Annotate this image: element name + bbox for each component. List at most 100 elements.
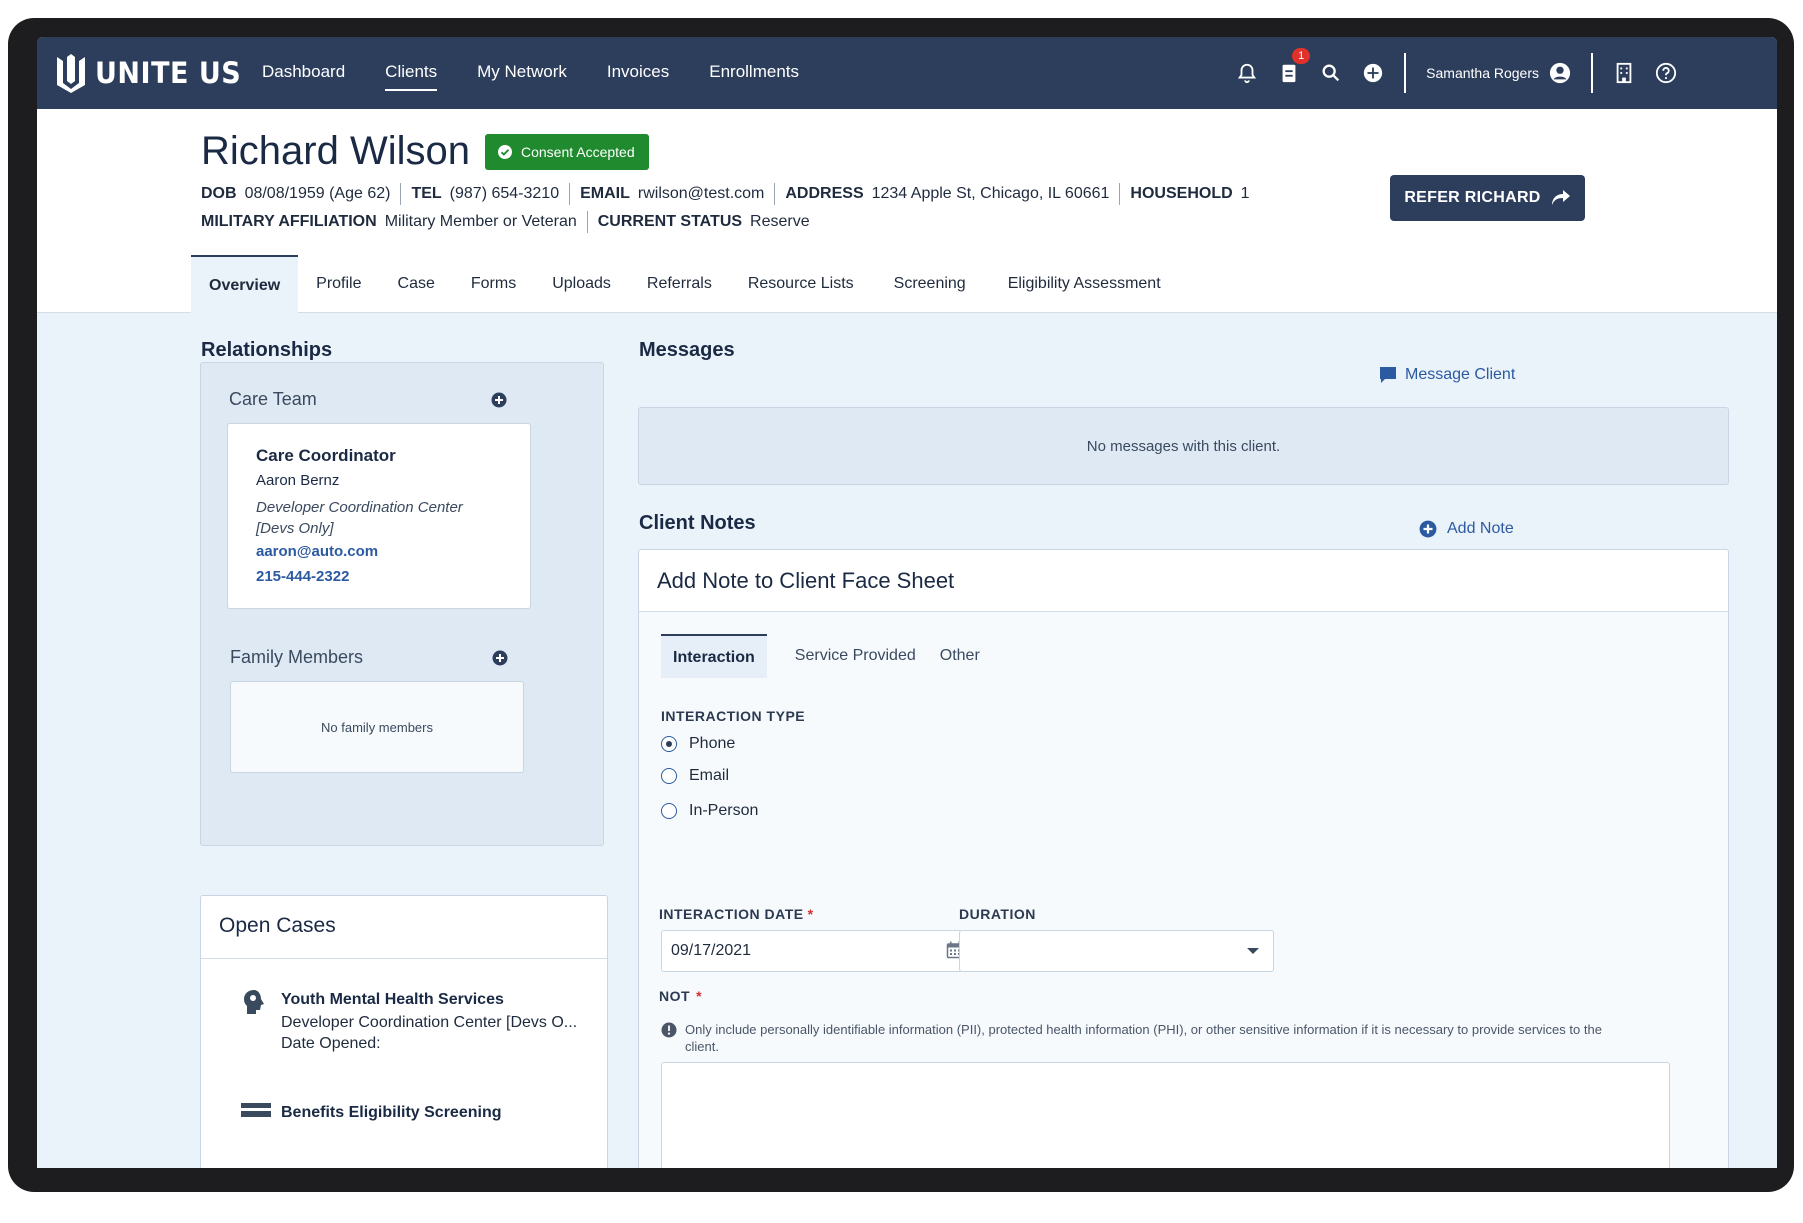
tab-forms[interactable]: Forms — [453, 255, 534, 313]
help-icon[interactable] — [1655, 62, 1677, 84]
client-notes-title: Client Notes — [639, 512, 756, 534]
top-navigation: UNITE US Dashboard Clients My Network In… — [37, 37, 1777, 109]
messages-title: Messages — [639, 339, 735, 361]
nav-enrollments[interactable]: Enrollments — [709, 37, 799, 109]
nav-my-network[interactable]: My Network — [477, 37, 567, 109]
tab-overview[interactable]: Overview — [191, 255, 299, 313]
required-mark: * — [807, 906, 814, 922]
radio-circle — [661, 768, 677, 784]
case-item[interactable]: Youth Mental Health Services Developer C… — [281, 991, 581, 1053]
duration-label: DURATION — [959, 906, 1036, 922]
nav-divider — [1591, 53, 1593, 93]
consent-badge: Consent Accepted — [485, 134, 649, 170]
case-name[interactable]: Benefits Eligibility Screening — [281, 1104, 502, 1122]
address-value: 1234 Apple St, Chicago, IL 60661 — [871, 185, 1110, 202]
tab-profile[interactable]: Profile — [298, 255, 379, 313]
main-nav: Dashboard Clients My Network Invoices En… — [262, 37, 799, 109]
tab-screening[interactable]: Screening — [872, 255, 984, 313]
interaction-date-input[interactable]: 09/17/2021 — [661, 930, 975, 972]
tel-label: TEL — [411, 185, 442, 202]
dob-label: DOB — [201, 185, 237, 202]
note-label: NOT * — [659, 988, 702, 1004]
notification-badge: 1 — [1292, 48, 1311, 64]
tab-referrals[interactable]: Referrals — [629, 255, 730, 313]
military-value: Military Member or Veteran — [384, 213, 577, 230]
pii-warning: Only include personally identifiable inf… — [661, 1021, 1621, 1055]
bell-icon[interactable] — [1236, 62, 1258, 84]
tab-eligibility-assessment[interactable]: Eligibility Assessment — [984, 255, 1179, 313]
building-icon[interactable] — [1613, 62, 1635, 84]
household-label: HOUSEHOLD — [1130, 185, 1233, 202]
tab-case[interactable]: Case — [380, 255, 453, 313]
case-name: Youth Mental Health Services — [281, 991, 504, 1008]
user-avatar-icon — [1549, 62, 1571, 84]
message-client-label: Message Client — [1405, 366, 1516, 383]
radio-phone[interactable]: Phone — [661, 735, 735, 753]
radio-label: Phone — [689, 735, 736, 752]
refer-client-button[interactable]: REFER RICHARD — [1390, 175, 1585, 221]
device-frame: UNITE US Dashboard Clients My Network In… — [8, 18, 1794, 1192]
care-team-label: Care Team — [229, 389, 317, 409]
share-arrow-icon — [1551, 190, 1570, 205]
add-care-team-icon[interactable] — [491, 392, 507, 408]
interaction-type-label: INTERACTION TYPE — [661, 708, 806, 724]
app-screen: UNITE US Dashboard Clients My Network In… — [37, 37, 1777, 1168]
required-mark: * — [696, 988, 703, 1004]
nav-invoices[interactable]: Invoices — [607, 37, 669, 109]
logo[interactable]: UNITE US — [55, 51, 241, 95]
care-coordinator-card: Care Coordinator Aaron Bernz Developer C… — [227, 423, 531, 609]
case-date-label: Date Opened: — [281, 1035, 381, 1052]
radio-label: In-Person — [689, 802, 759, 819]
add-note-form: Interaction Service Provided Other INTER… — [639, 612, 1728, 1168]
coordinator-email-link[interactable]: aaron@auto.com — [256, 543, 502, 560]
open-cases-title: Open Cases — [219, 914, 336, 937]
check-circle-icon — [498, 145, 512, 159]
radio-in-person[interactable]: In-Person — [661, 802, 758, 820]
family-members-empty: No family members — [230, 681, 524, 773]
tab-resource-lists[interactable]: Resource Lists — [730, 255, 872, 313]
add-note-link[interactable]: Add Note — [1419, 520, 1514, 538]
user-name: Samantha Rogers — [1426, 65, 1539, 81]
coordinator-phone-link[interactable]: 215-444-2322 — [256, 568, 502, 585]
interaction-date-label: INTERACTION DATE * — [659, 906, 814, 922]
note-textarea[interactable] — [661, 1062, 1670, 1168]
client-meta-row-1: DOB 08/08/1959 (Age 62) TEL (987) 654-3210… — [201, 183, 1250, 205]
messages-empty: No messages with this client. — [638, 407, 1729, 485]
relationships-title: Relationships — [201, 339, 333, 361]
message-client-link[interactable]: Message Client — [1379, 366, 1515, 384]
coordinator-name: Aaron Bernz — [256, 472, 340, 489]
add-note-panel-title: Add Note to Client Face Sheet — [657, 568, 955, 593]
nav-dashboard[interactable]: Dashboard — [262, 37, 345, 109]
duration-select[interactable] — [959, 930, 1274, 972]
add-family-member-icon[interactable] — [492, 650, 508, 666]
nav-actions: 1 Samantha Rogers — [1236, 37, 1677, 109]
logo-text: UNITE US — [95, 55, 242, 91]
coordinator-org: Developer Coordination Center [Devs Only… — [256, 499, 463, 537]
client-header: Richard Wilson Consent Accepted DOB 08/08… — [37, 109, 1777, 313]
consent-label: Consent Accepted — [521, 144, 635, 160]
tab-uploads[interactable]: Uploads — [534, 255, 629, 313]
email-value: rwilson@test.com — [637, 185, 765, 202]
status-label: CURRENT STATUS — [597, 213, 743, 230]
refer-button-label: REFER RICHARD — [1404, 189, 1541, 206]
add-note-panel: Add Note to Client Face Sheet Interactio… — [638, 549, 1729, 1168]
chevron-down-icon — [1247, 948, 1259, 954]
nav-clients[interactable]: Clients — [385, 37, 437, 109]
relationships-panel: Care Team Care Coordinator Aaron Bernz D… — [200, 362, 604, 846]
interaction-date-value: 09/17/2021 — [671, 942, 752, 959]
dob-value: 08/08/1959 (Age 62) — [244, 185, 391, 202]
note-tab-service-provided[interactable]: Service Provided — [783, 634, 928, 678]
tel-value: (987) 654-3210 — [449, 185, 560, 202]
unite-us-logo-icon — [57, 54, 85, 93]
search-icon[interactable] — [1320, 62, 1342, 84]
address-label: ADDRESS — [785, 185, 864, 202]
status-value: Reserve — [750, 213, 810, 230]
note-tab-interaction[interactable]: Interaction — [661, 634, 767, 678]
radio-email[interactable]: Email — [661, 767, 729, 785]
tasks-icon[interactable]: 1 — [1278, 48, 1311, 84]
email-label: EMAIL — [580, 185, 630, 202]
user-menu[interactable]: Samantha Rogers — [1426, 62, 1571, 84]
plus-circle-icon[interactable] — [1362, 62, 1384, 84]
note-label-text: NOT — [659, 988, 691, 1004]
note-tab-other[interactable]: Other — [928, 634, 992, 678]
